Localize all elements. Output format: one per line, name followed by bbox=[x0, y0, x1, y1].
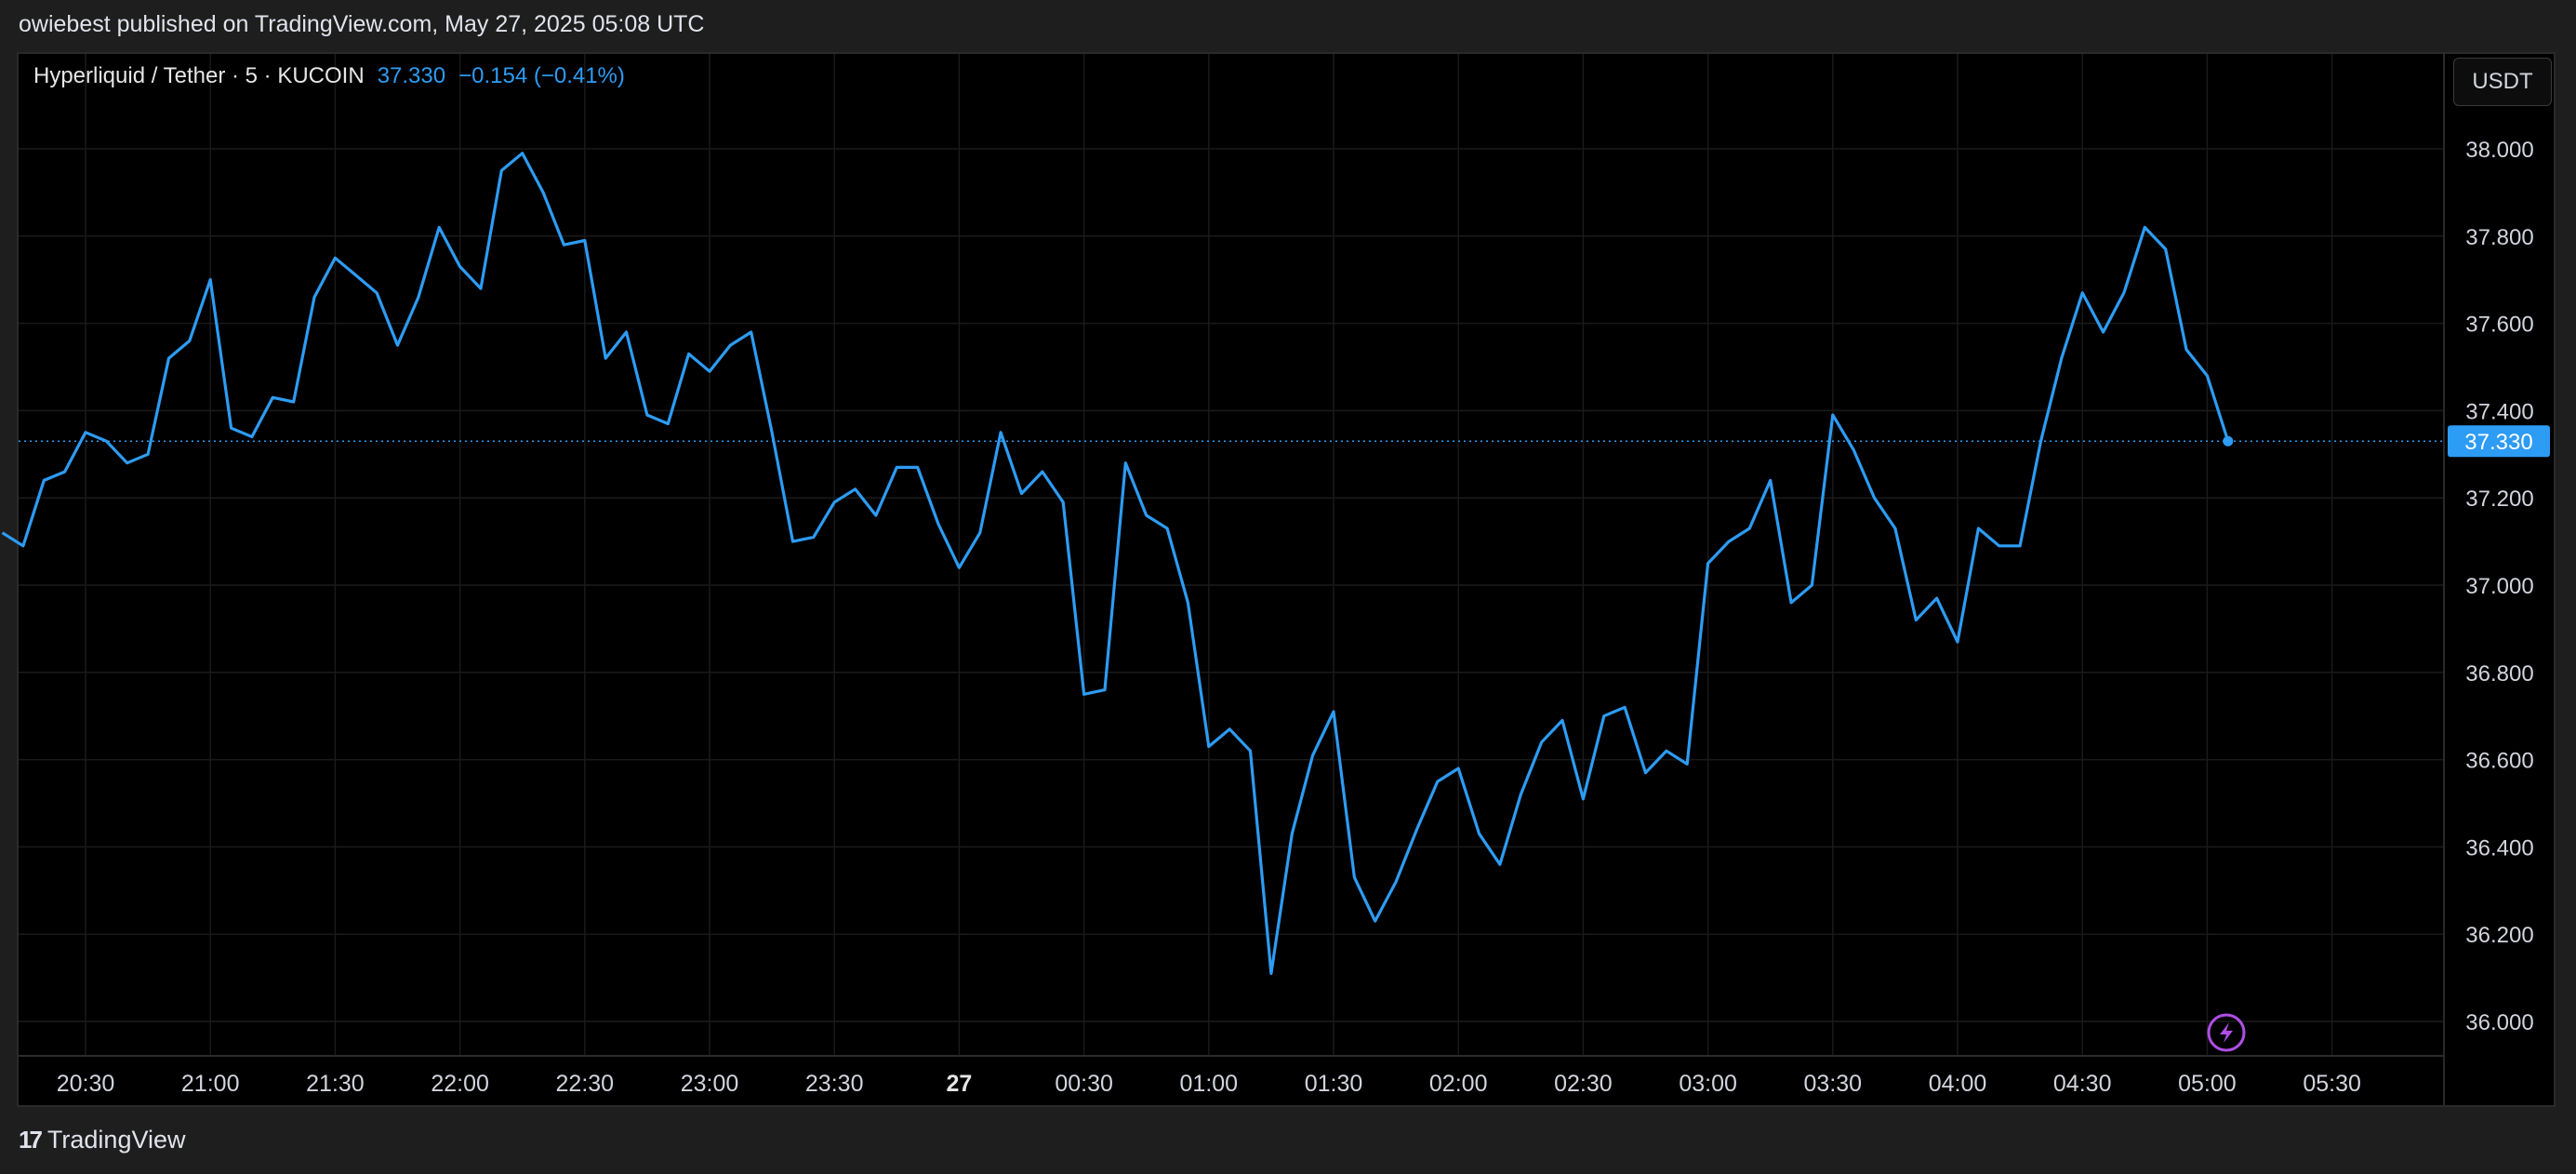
footer-brand[interactable]: 17 TradingView bbox=[19, 1126, 186, 1154]
symbol-legend[interactable]: Hyperliquid / Tether · 5 · KUCOIN 37.330… bbox=[33, 63, 625, 89]
chart-frame bbox=[17, 52, 2556, 1107]
price-change-value: −0.154 (−0.41%) bbox=[458, 63, 625, 88]
symbol-name: Hyperliquid / Tether · 5 · KUCOIN bbox=[33, 63, 365, 88]
last-price-value: 37.330 bbox=[377, 63, 446, 88]
tradingview-logo-icon: 17 bbox=[19, 1126, 43, 1154]
currency-button[interactable]: USDT bbox=[2453, 58, 2552, 106]
published-header: owiebest published on TradingView.com, M… bbox=[19, 11, 705, 37]
brand-text: TradingView bbox=[46, 1126, 186, 1154]
